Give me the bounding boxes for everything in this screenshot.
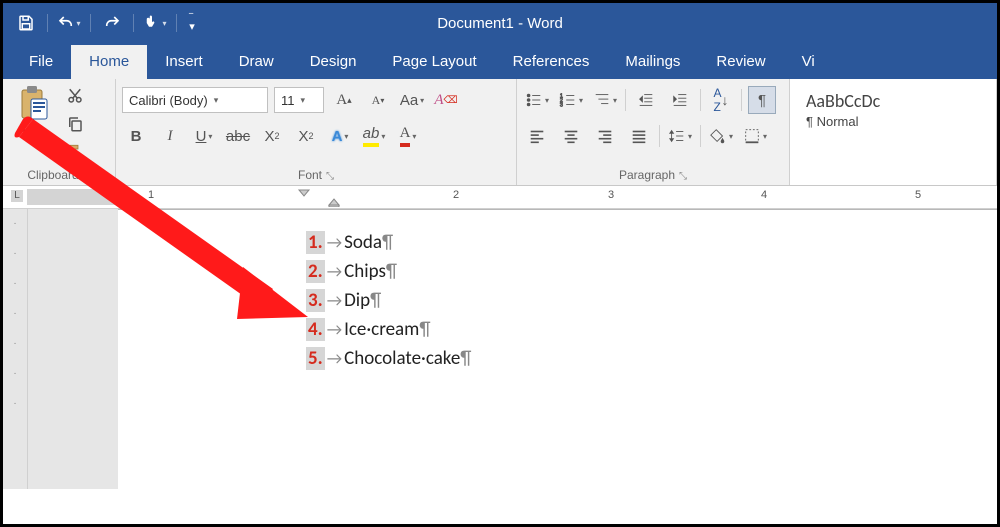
bullets-button[interactable]: ▾: [523, 86, 551, 114]
group-styles[interactable]: AaBbCcDc ¶ Normal: [790, 79, 997, 185]
change-case-button[interactable]: Aa▾: [398, 86, 426, 114]
touch-mode-button[interactable]: ▾: [140, 8, 170, 38]
font-size-combo[interactable]: 11▾: [274, 87, 324, 113]
shrink-font-button[interactable]: A▾: [364, 86, 392, 114]
qat-separator: [176, 14, 177, 32]
list-item: 2.→Chips¶: [306, 257, 997, 286]
grow-font-button[interactable]: A▴: [330, 86, 358, 114]
qat-separator: [90, 14, 91, 32]
style-preview: AaBbCcDc: [796, 82, 990, 114]
tab-draw[interactable]: Draw: [221, 45, 292, 79]
list-item: 4.→Ice·cream¶: [306, 315, 997, 344]
tab-design[interactable]: Design: [292, 45, 375, 79]
tab-mailings[interactable]: Mailings: [607, 45, 698, 79]
indent-marker-first-line[interactable]: [297, 188, 317, 206]
group-clipboard: Paste ▾ Clipboard⤡: [3, 79, 116, 185]
underline-button[interactable]: U▾: [190, 122, 218, 150]
align-right-button[interactable]: [591, 122, 619, 150]
tab-insert[interactable]: Insert: [147, 45, 221, 79]
group-label-paragraph: Paragraph⤡: [517, 168, 789, 182]
document-page[interactable]: 1.→Soda¶ 2.→Chips¶ 3.→Dip¶ 4.→Ice·cream¶…: [118, 209, 997, 489]
justify-button[interactable]: [625, 122, 653, 150]
list-item: 1.→Soda¶: [306, 228, 997, 257]
qat-separator: [47, 14, 48, 32]
save-icon[interactable]: [11, 8, 41, 38]
group-font: Calibri (Body)▾ 11▾ A▴ A▾ Aa▾ A⌫ B I U▾ …: [116, 79, 517, 185]
ribbon-tabs: File Home Insert Draw Design Page Layout…: [3, 43, 997, 79]
horizontal-ruler[interactable]: L 1 2 3 4 5: [3, 186, 997, 209]
text-effects-button[interactable]: A▾: [326, 122, 354, 150]
indent-marker-hanging[interactable]: [327, 195, 347, 207]
tab-home[interactable]: Home: [71, 45, 147, 79]
numbering-button[interactable]: 123▾: [557, 86, 585, 114]
vertical-ruler[interactable]: ·······: [3, 209, 28, 489]
tab-selector[interactable]: L: [11, 190, 23, 202]
group-paragraph: ▾ 123▾ ▾ AZ↓ ¶ ▾ ▾ ▾ Paragraph⤡: [517, 79, 790, 185]
line-spacing-button[interactable]: ▾: [666, 122, 694, 150]
subscript-button[interactable]: X2: [258, 122, 286, 150]
tab-file[interactable]: File: [11, 45, 71, 79]
bold-button[interactable]: B: [122, 122, 150, 150]
font-color-button[interactable]: A▾: [394, 122, 422, 150]
tab-review[interactable]: Review: [698, 45, 783, 79]
decrease-indent-button[interactable]: [632, 86, 660, 114]
shading-button[interactable]: ▾: [707, 122, 735, 150]
show-paragraph-marks-button[interactable]: ¶: [748, 86, 776, 114]
font-name-combo[interactable]: Calibri (Body)▾: [122, 87, 268, 113]
multilevel-list-button[interactable]: ▾: [591, 86, 619, 114]
qat-separator: [133, 14, 134, 32]
paste-button[interactable]: Paste ▾: [9, 82, 57, 166]
style-name: ¶ Normal: [796, 114, 990, 129]
borders-button[interactable]: ▾: [741, 122, 769, 150]
sort-button[interactable]: AZ↓: [707, 86, 735, 114]
tab-view-partial[interactable]: Vi: [784, 45, 833, 79]
align-center-button[interactable]: [557, 122, 585, 150]
ribbon: Paste ▾ Clipboard⤡ Calibri (Body)▾ 11▾ A…: [3, 79, 997, 186]
clear-formatting-button[interactable]: A⌫: [432, 86, 460, 114]
page-margin: [28, 209, 118, 489]
svg-text:3: 3: [560, 102, 563, 108]
cut-button[interactable]: [57, 84, 93, 109]
group-label-font: Font⤡: [116, 168, 516, 182]
tab-references[interactable]: References: [495, 45, 608, 79]
highlight-button[interactable]: ab▾: [360, 122, 388, 150]
list-item: 3.→Dip¶: [306, 286, 997, 315]
format-painter-button[interactable]: [57, 139, 93, 164]
copy-button[interactable]: [57, 112, 93, 137]
strikethrough-button[interactable]: abc: [224, 122, 252, 150]
customize-qat-button[interactable]: ‾▾: [183, 8, 201, 38]
align-left-button[interactable]: [523, 122, 551, 150]
increase-indent-button[interactable]: [666, 86, 694, 114]
app-title: Document1 - Word: [437, 15, 563, 32]
italic-button[interactable]: I: [156, 122, 184, 150]
group-label-clipboard: Clipboard⤡: [3, 168, 115, 182]
list-item: 5.→Chocolate·cake¶: [306, 344, 997, 373]
redo-button[interactable]: [97, 8, 127, 38]
tab-page-layout[interactable]: Page Layout: [374, 45, 494, 79]
undo-button[interactable]: ▾: [54, 8, 84, 38]
paste-label: Paste: [18, 124, 49, 138]
superscript-button[interactable]: X2: [292, 122, 320, 150]
